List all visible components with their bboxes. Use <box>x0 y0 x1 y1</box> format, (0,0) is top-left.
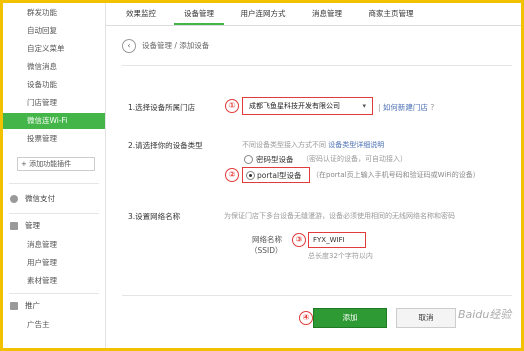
sidebar-item-user-management[interactable]: 用户管理 <box>3 255 105 271</box>
portal-device-desc: （在portal页上输入手机号码和验证码或WiFi的设备） <box>312 171 480 179</box>
step3-label: 3.设置网络名称 <box>128 212 181 221</box>
wechat-pay-icon <box>10 195 18 203</box>
sidebar-item-auto-reply[interactable]: 自动回复 <box>3 23 105 39</box>
portal-device-radio[interactable] <box>246 171 255 180</box>
tab-homepage-management[interactable]: 商家主页管理 <box>360 3 422 25</box>
tab-message-management[interactable]: 消息管理 <box>302 3 352 25</box>
sidebar-item-vote-management[interactable]: 投票管理 <box>3 131 105 147</box>
sidebar-divider <box>9 213 99 214</box>
ssid-field-label: 网络名称 <box>252 235 282 244</box>
step1-label: 1.选择设备所属门店 <box>128 103 196 112</box>
sidebar-section-label: 微信支付 <box>25 194 55 203</box>
tab-bar: 效果监控 设备管理 用户连网方式 消息管理 商家主页管理 <box>106 3 521 26</box>
separator: | <box>378 103 381 112</box>
password-device-label: 密码型设备 <box>256 155 294 164</box>
device-type-hint-text: 不同设备类型接入方式不同 <box>242 141 326 149</box>
sidebar-section-label: 管理 <box>25 221 40 230</box>
ssid-length-hint: 总长度32个字符以内 <box>308 252 373 260</box>
portal-device-label: portal型设备 <box>257 171 302 180</box>
device-type-hint: 不同设备类型接入方式不同 设备类型详细说明 <box>242 140 384 150</box>
sidebar-section-label: 推广 <box>25 301 40 310</box>
ssid-hint: 为保证门店下多台设备无缝漫游，设备必须使用相同的无线网络名称和密码 <box>224 212 455 220</box>
step2-label: 2.请选择你的设备类型 <box>128 141 203 150</box>
sidebar-divider <box>9 293 99 294</box>
marker-3: ③ <box>292 233 306 247</box>
sidebar-item-store-management[interactable]: 门店管理 <box>3 95 105 111</box>
back-arrow-icon[interactable]: ‹ <box>122 39 136 53</box>
new-store-help: | 如何新建门店 ? <box>378 102 434 113</box>
sidebar-item-material-management[interactable]: 素材管理 <box>3 273 105 289</box>
add-button[interactable]: 添加 <box>313 308 387 328</box>
sidebar-section-wechat-pay[interactable]: 微信支付 <box>3 190 105 208</box>
marker-1: ① <box>225 99 239 113</box>
divider <box>122 295 512 296</box>
watermark-logo: Baidu经验 <box>458 308 512 321</box>
manage-icon <box>10 222 18 230</box>
breadcrumb-text: 设备管理 / 添加设备 <box>142 41 210 50</box>
sidebar: 群发功能 自动回复 自定义菜单 微信消息 设备功能 门店管理 微信连Wi-Fi … <box>3 3 106 348</box>
chevron-down-icon: ▾ <box>362 102 366 110</box>
main-content: 效果监控 设备管理 用户连网方式 消息管理 商家主页管理 ‹ 设备管理 / 添加… <box>106 3 521 348</box>
sidebar-divider <box>9 183 99 184</box>
screenshot-frame: 群发功能 自动回复 自定义菜单 微信消息 设备功能 门店管理 微信连Wi-Fi … <box>0 0 524 351</box>
cancel-button[interactable]: 取消 <box>396 308 456 328</box>
marker-2: ② <box>225 168 239 182</box>
sidebar-item-mass-send[interactable]: 群发功能 <box>3 5 105 21</box>
sidebar-section-manage: 管理 <box>3 217 105 235</box>
promote-icon <box>10 302 18 310</box>
sidebar-item-advertiser[interactable]: 广告主 <box>3 317 105 333</box>
sidebar-item-custom-menu[interactable]: 自定义菜单 <box>3 41 105 57</box>
store-select[interactable]: 成都飞鱼星科技开发有限公司 ▾ <box>242 97 373 115</box>
ssid-field-label-sub: （SSID） <box>250 246 283 255</box>
password-device-radio[interactable] <box>244 155 253 164</box>
sidebar-item-wifi[interactable]: 微信连Wi-Fi <box>3 113 105 129</box>
tab-performance[interactable]: 效果监控 <box>116 3 166 25</box>
password-device-desc: （密码认证的设备，可自动接入） <box>302 155 407 163</box>
store-select-value: 成都飞鱼星科技开发有限公司 <box>249 102 340 110</box>
sidebar-item-messages[interactable]: 微信消息 <box>3 59 105 75</box>
sidebar-item-message-management[interactable]: 消息管理 <box>3 237 105 253</box>
tab-device-management[interactable]: 设备管理 <box>174 3 224 25</box>
add-plugin-button[interactable]: + 添加功能插件 <box>17 157 95 171</box>
new-store-link[interactable]: 如何新建门店 <box>383 103 428 112</box>
tab-connection-methods[interactable]: 用户连网方式 <box>232 3 294 25</box>
ssid-input[interactable]: FYX_WIFI <box>308 232 366 248</box>
sidebar-item-device-functions[interactable]: 设备功能 <box>3 77 105 93</box>
marker-4: ④ <box>299 311 313 325</box>
sidebar-section-promote: 推广 <box>3 297 105 315</box>
help-icon: ? <box>430 103 435 112</box>
divider <box>122 65 512 66</box>
device-type-help-link[interactable]: 设备类型详细说明 <box>328 141 384 149</box>
